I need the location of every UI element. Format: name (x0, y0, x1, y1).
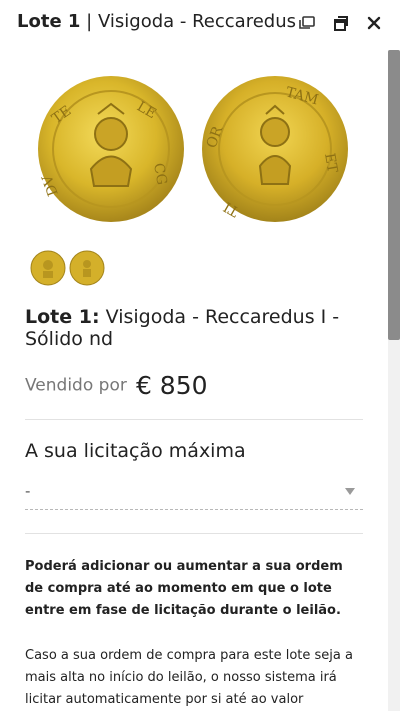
chevron-down-icon (345, 488, 355, 495)
popout-window-icon[interactable] (332, 14, 350, 32)
coin-reverse-image[interactable]: OR TAM ET TI (200, 74, 350, 224)
lot-detail-content: TE LE CG DV OR TAM ET TI Lote 1: Visigod… (0, 48, 388, 711)
header-separator: | (80, 11, 98, 32)
lot-label: Lote 1: (25, 306, 100, 328)
bid-info-text: Caso a sua ordem de compra para este lot… (25, 648, 353, 707)
scrollbar-thumb[interactable] (388, 50, 400, 340)
modal-header: Lote 1 | Visigoda - Reccaredus (0, 0, 400, 48)
header-lot-title: Visigoda - Reccaredus (97, 11, 296, 32)
coin-obverse-image[interactable]: TE LE CG DV (36, 74, 186, 224)
divider (25, 533, 363, 534)
divider (25, 419, 363, 420)
max-bid-selected-value: - (25, 482, 31, 500)
max-bid-label: A sua licitação máxima (25, 440, 246, 462)
close-icon[interactable] (365, 14, 383, 32)
sold-label: Vendido por (25, 375, 127, 396)
header-lot-label: Lote 1 (17, 11, 81, 32)
lot-heading: Lote 1: Visigoda - Reccaredus I - Sólido… (25, 306, 365, 350)
sold-price: € 850 (135, 371, 208, 400)
bid-info-bold-text: Poderá adicionar ou aumentar a sua ordem… (25, 559, 343, 618)
coin-thumbnail-obverse[interactable] (30, 250, 66, 286)
max-bid-select[interactable]: - (25, 476, 363, 510)
gallery-icon[interactable] (298, 14, 316, 32)
sold-price-row: Vendido por € 850 (25, 371, 208, 400)
coin-thumbnail-reverse[interactable] (69, 250, 105, 286)
modal-title: Lote 1 | Visigoda - Reccaredus (17, 11, 296, 32)
